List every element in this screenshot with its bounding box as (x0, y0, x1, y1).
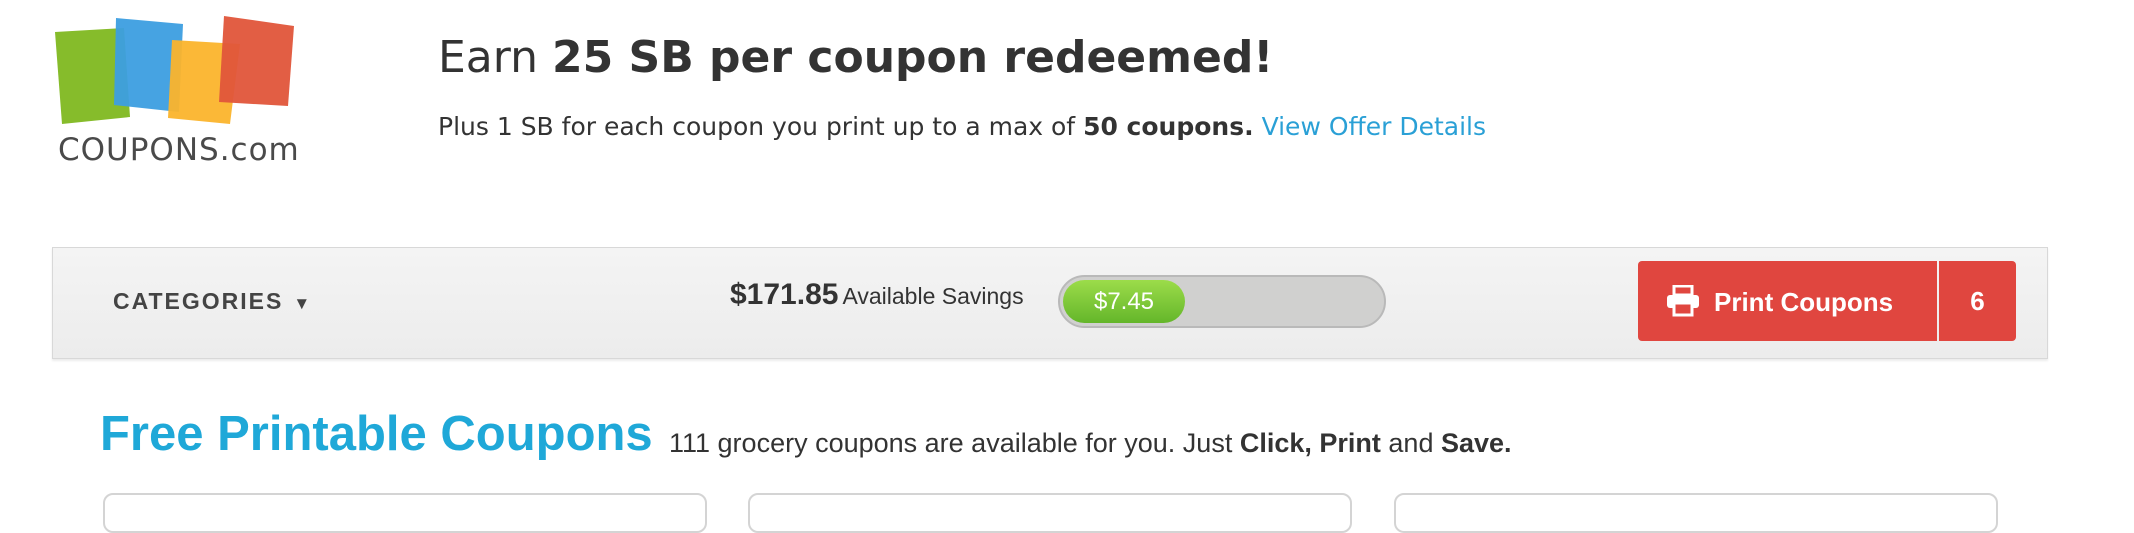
subline-prefix: Plus 1 SB for each coupon you print up t… (438, 112, 1084, 141)
coupons-logo[interactable]: COUPONS.com (52, 14, 302, 174)
headline-bold: 25 SB per coupon redeemed! (551, 32, 1274, 83)
available-amount: $171.85 (730, 278, 839, 311)
headline-prefix: Earn (438, 32, 552, 83)
section-description: 111 grocery coupons are available for yo… (669, 428, 1512, 459)
caret-down-icon: ▼ (293, 294, 313, 313)
savings-progress-fill: $7.45 (1063, 280, 1185, 323)
printer-icon (1667, 285, 1699, 317)
print-coupons-label: Print Coupons (1714, 287, 1894, 317)
desc-print: Print (1319, 428, 1381, 458)
available-label: Available Savings (842, 283, 1024, 309)
available-savings: $171.85 Available Savings (730, 278, 1024, 312)
savings-progress-bar: $7.45 (1058, 275, 1386, 328)
coupon-card[interactable] (1394, 493, 1998, 533)
print-count-badge[interactable]: 6 (1939, 261, 2016, 341)
desc-prefix: 111 grocery coupons are available for yo… (669, 428, 1240, 458)
view-offer-details-link[interactable]: View Offer Details (1262, 112, 1486, 141)
logo-mark (55, 16, 294, 124)
subline-bold: 50 coupons. (1083, 112, 1254, 141)
categories-dropdown[interactable]: CATEGORIES ▼ (113, 288, 312, 315)
logo-wordmark: COUPONS.com (58, 132, 300, 168)
offer-subline: Plus 1 SB for each coupon you print up t… (438, 112, 1486, 141)
desc-save: Save. (1440, 428, 1512, 458)
offer-headline: Earn 25 SB per coupon redeemed! (438, 32, 1273, 83)
desc-click: Click, (1239, 428, 1312, 458)
categories-label: CATEGORIES (113, 288, 284, 314)
coupon-toolbar: CATEGORIES ▼ $171.85 Available Savings $7.… (52, 247, 2048, 359)
coupon-card[interactable] (748, 493, 1352, 533)
page-title: Free Printable Coupons (100, 407, 653, 461)
desc-and: and (1380, 428, 1441, 458)
print-coupons-button[interactable]: Print Coupons (1638, 261, 1937, 341)
coupon-card[interactable] (103, 493, 707, 533)
